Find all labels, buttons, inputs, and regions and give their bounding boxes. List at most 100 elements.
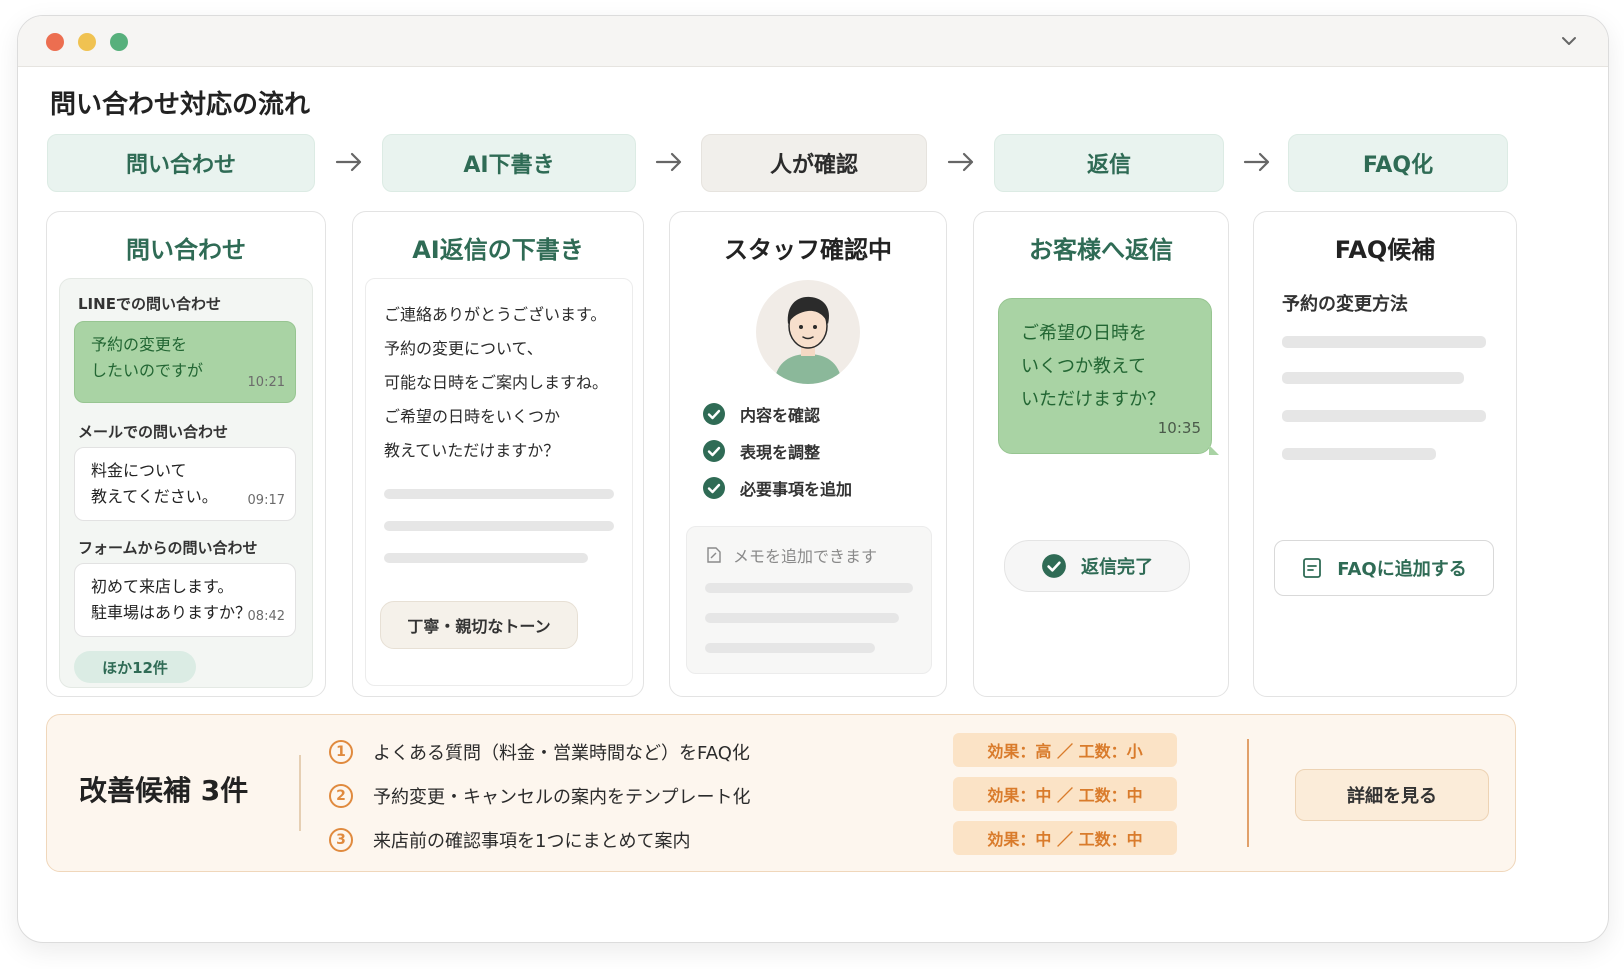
- placeholder-line: [1282, 448, 1436, 460]
- placeholder-line: [1282, 336, 1486, 348]
- tone-chip[interactable]: 丁寧・親切なトーン: [380, 601, 578, 649]
- check-circle-icon: [703, 440, 725, 462]
- minimize-window-button[interactable]: [78, 33, 96, 51]
- step-inquiry[interactable]: 問い合わせ: [47, 134, 315, 192]
- effect-tag: 効果：中 ／ 工数：中: [953, 821, 1177, 855]
- step-reply[interactable]: 返信: [994, 134, 1224, 192]
- faq-card-title: FAQ候補: [1334, 236, 1436, 264]
- placeholder-line: [705, 583, 913, 593]
- improvement-text: 予約変更・キャンセルの案内をテンプレート化: [373, 787, 751, 808]
- reply-time: 10:35: [1157, 419, 1201, 437]
- check-label: 表現を調整: [740, 443, 821, 462]
- staff-avatar: [756, 280, 860, 384]
- arrow-right-icon: [1243, 152, 1270, 172]
- source-label-form: フォームからの問い合わせ: [78, 539, 258, 557]
- bubble-tail: [1209, 445, 1219, 455]
- message-time: 10:21: [247, 375, 285, 390]
- draft-line: ご希望の日時をいくつか: [384, 407, 561, 426]
- view-details-button[interactable]: 詳細を見る: [1295, 769, 1489, 821]
- step-ai-draft[interactable]: AI下書き: [382, 134, 636, 192]
- arrow-right-icon: [655, 152, 682, 172]
- add-to-faq-label: FAQに追加する: [1337, 559, 1467, 580]
- draft-line: ご連絡ありがとうございます。: [384, 305, 607, 324]
- review-card: スタッフ確認中 内容を確認 表現を調整 必要事項を追加 メモを追加できます: [669, 211, 947, 697]
- placeholder-line: [1282, 410, 1486, 422]
- check-circle-icon: [703, 477, 725, 499]
- message-text: 初めて来店します。: [91, 577, 234, 596]
- ai-draft-card: AI返信の下書き ご連絡ありがとうございます。 予約の変更について、 可能な日時…: [352, 211, 644, 697]
- step-faq[interactable]: FAQ化: [1288, 134, 1508, 192]
- reply-text: ご希望の日時を: [1021, 323, 1147, 344]
- memo-input[interactable]: メモを追加できます: [686, 526, 932, 674]
- title-bar: [18, 16, 1608, 67]
- faq-card: FAQ候補 予約の変更方法 FAQに追加する: [1253, 211, 1517, 697]
- message-time: 09:17: [247, 493, 285, 508]
- ai-draft-card-title: AI返信の下書き: [412, 236, 584, 264]
- number-badge: 2: [329, 784, 353, 808]
- check-label: 必要事項を追加: [740, 480, 853, 499]
- inquiry-message-form[interactable]: 初めて来店します。 駐車場はありますか？ 08:42: [74, 563, 296, 637]
- reply-message[interactable]: ご希望の日時を いくつか教えて いただけますか？ 10:35: [998, 298, 1219, 455]
- improvement-title: 改善候補 3件: [79, 774, 249, 807]
- reply-card: お客様へ返信 ご希望の日時を いくつか教えて いただけますか？ 10:35 返信…: [973, 211, 1229, 697]
- note-edit-icon: [707, 547, 721, 563]
- placeholder-line: [1282, 372, 1464, 384]
- inquiry-card-title: 問い合わせ: [126, 236, 246, 264]
- page-title: 問い合わせ対応の流れ: [50, 90, 311, 120]
- arrow-right-icon: [947, 152, 974, 172]
- divider: [299, 755, 301, 831]
- memo-placeholder-text: メモを追加できます: [733, 547, 878, 566]
- improvement-text: よくある質問（料金・営業時間など）をFAQ化: [373, 743, 750, 764]
- number-badge: 1: [329, 740, 353, 764]
- add-to-faq-button[interactable]: FAQに追加する: [1274, 540, 1494, 596]
- reply-complete-status[interactable]: 返信完了: [1004, 540, 1190, 592]
- check-item: 表現を調整: [702, 439, 820, 463]
- memo-placeholder: メモを追加できます: [705, 543, 877, 567]
- inquiry-message-line[interactable]: 予約の変更を したいのですが 10:21: [74, 321, 296, 403]
- draft-text-box: ご連絡ありがとうございます。 予約の変更について、 可能な日時をご案内しますね。…: [365, 278, 633, 686]
- inquiry-card: 問い合わせ LINEでの問い合わせ 予約の変更を したいのですが 10:21 メ…: [46, 211, 326, 697]
- inquiry-list: LINEでの問い合わせ 予約の変更を したいのですが 10:21 メールでの問い…: [59, 278, 313, 688]
- close-window-button[interactable]: [46, 33, 64, 51]
- message-text: 予約の変更を: [91, 335, 188, 354]
- placeholder-line: [705, 643, 875, 653]
- reply-status-label: 返信完了: [1081, 557, 1153, 578]
- document-icon: [1303, 558, 1322, 578]
- improvement-text: 来店前の確認事項を1つにまとめて案内: [373, 831, 691, 852]
- message-time: 08:42: [247, 609, 285, 624]
- improvement-item[interactable]: 2 予約変更・キャンセルの案内をテンプレート化: [329, 783, 750, 809]
- person-icon: [774, 296, 842, 384]
- check-label: 内容を確認: [740, 406, 821, 425]
- check-item: 必要事項を追加: [702, 476, 852, 500]
- improvement-panel: 改善候補 3件 1 よくある質問（料金・営業時間など）をFAQ化 効果：高 ／ …: [46, 714, 1516, 872]
- check-circle-icon: [703, 403, 725, 425]
- reply-text: いくつか教えて: [1021, 356, 1147, 377]
- chevron-down-icon[interactable]: [1558, 30, 1580, 52]
- reply-card-title: お客様へ返信: [1029, 236, 1173, 264]
- placeholder-line: [384, 521, 614, 531]
- draft-line: 可能な日時をご案内しますね。: [384, 373, 609, 392]
- zoom-window-button[interactable]: [110, 33, 128, 51]
- inquiry-message-email[interactable]: 料金について 教えてください。 09:17: [74, 447, 296, 521]
- source-label-email: メールでの問い合わせ: [78, 423, 229, 441]
- check-circle-icon: [1042, 554, 1066, 578]
- number-badge: 3: [329, 828, 353, 852]
- message-text: 料金について: [91, 461, 187, 480]
- placeholder-line: [384, 553, 588, 563]
- placeholder-line: [384, 489, 614, 499]
- app-window: 問い合わせ対応の流れ 問い合わせ AI下書き 人が確認 返信 FAQ化 問い合わ…: [17, 15, 1609, 943]
- improvement-item[interactable]: 3 来店前の確認事項を1つにまとめて案内: [329, 827, 690, 853]
- improvement-item[interactable]: 1 よくある質問（料金・営業時間など）をFAQ化: [329, 739, 750, 765]
- arrow-right-icon: [335, 152, 362, 172]
- source-label-line: LINEでの問い合わせ: [78, 295, 221, 313]
- step-human-check[interactable]: 人が確認: [701, 134, 927, 192]
- more-inquiries-badge[interactable]: ほか12件: [74, 651, 196, 683]
- placeholder-line: [705, 613, 899, 623]
- faq-candidate-item: 予約の変更方法: [1282, 294, 1408, 315]
- check-item: 内容を確認: [702, 402, 820, 426]
- draft-line: 教えていただけますか？: [384, 441, 560, 460]
- divider: [1247, 739, 1249, 847]
- draft-line: 予約の変更について、: [384, 339, 543, 358]
- effect-tag: 効果：高 ／ 工数：小: [953, 733, 1177, 767]
- effect-tag: 効果：中 ／ 工数：中: [953, 777, 1177, 811]
